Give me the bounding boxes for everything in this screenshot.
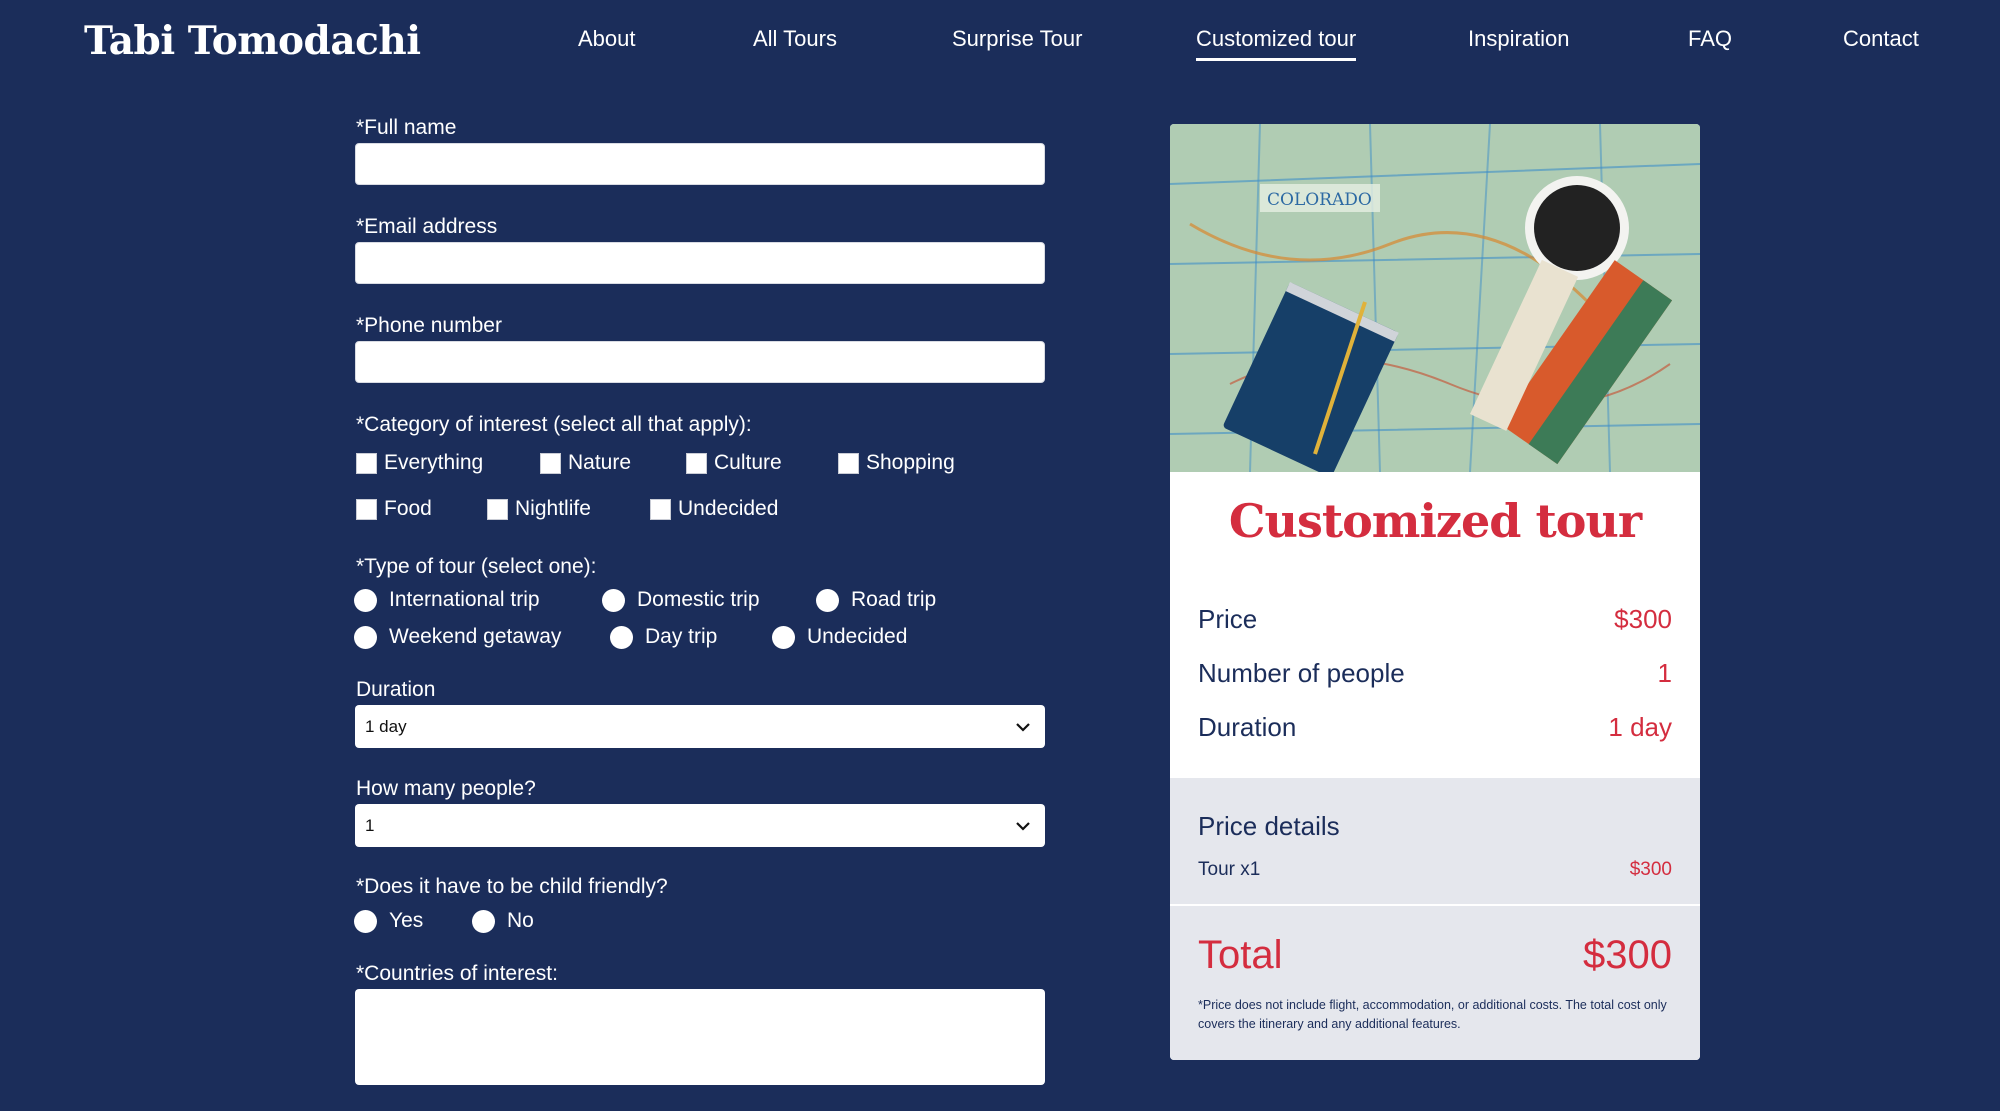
category-undecided-label: Undecided — [678, 497, 779, 520]
phone-label: *Phone number — [356, 314, 502, 337]
category-everything-label: Everything — [384, 451, 484, 474]
category-shopping-option[interactable]: Shopping — [838, 451, 955, 475]
category-everything-option[interactable]: Everything — [356, 451, 483, 475]
radio-button[interactable] — [354, 588, 377, 612]
tour-undecided-label: Undecided — [807, 625, 908, 648]
radio-button[interactable] — [610, 625, 633, 649]
countries-textarea[interactable] — [355, 989, 1045, 1085]
tour-line-label: Tour x1 — [1198, 859, 1261, 880]
checkbox[interactable] — [356, 498, 377, 520]
tour-day-trip-label: Day trip — [645, 625, 718, 648]
total-label: Total — [1198, 933, 1283, 977]
chevron-down-icon — [1016, 723, 1030, 732]
people-select[interactable]: 1 — [355, 804, 1045, 847]
duration-value: 1 day — [365, 717, 407, 736]
radio-button[interactable] — [602, 588, 625, 612]
radio-button[interactable] — [772, 625, 795, 649]
tour-line-item: Tour x1 $300 — [1198, 859, 1672, 881]
nav-about[interactable]: About — [578, 26, 636, 58]
people-count-value: 1 — [1657, 658, 1672, 688]
category-undecided-option[interactable]: Undecided — [650, 497, 778, 521]
price-value: $300 — [1614, 604, 1672, 634]
people-value: 1 — [365, 816, 375, 835]
category-food-label: Food — [384, 497, 432, 520]
nav-customized-tour[interactable]: Customized tour — [1196, 26, 1357, 61]
duration-label: Duration — [356, 678, 436, 701]
tour-road-trip-option[interactable]: Road trip — [816, 588, 936, 612]
tour-international-label: International trip — [389, 588, 540, 611]
email-label: *Email address — [356, 215, 498, 238]
tour-domestic-label: Domestic trip — [637, 588, 760, 611]
duration-row: Duration 1 day — [1198, 712, 1672, 743]
people-label: How many people? — [356, 777, 536, 800]
tour-weekend-label: Weekend getaway — [389, 625, 562, 648]
tour-type-label: *Type of tour (select one): — [356, 555, 597, 578]
radio-button[interactable] — [354, 625, 377, 649]
category-nature-label: Nature — [568, 451, 632, 474]
tour-day-trip-option[interactable]: Day trip — [610, 625, 717, 649]
total-value: $300 — [1583, 933, 1672, 977]
checkbox[interactable] — [356, 452, 377, 474]
category-culture-label: Culture — [714, 451, 782, 474]
category-food-option[interactable]: Food — [356, 497, 432, 521]
travel-map-image: COLORADO — [1170, 124, 1700, 472]
duration-select[interactable]: 1 day — [355, 705, 1045, 748]
people-count-label: Number of people — [1198, 658, 1405, 688]
price-note: *Price does not include flight, accommod… — [1198, 998, 1667, 1031]
nav-contact[interactable]: Contact — [1843, 26, 1919, 58]
price-row: Price $300 — [1198, 604, 1672, 635]
people-row: Number of people 1 — [1198, 658, 1672, 689]
nav-inspiration[interactable]: Inspiration — [1468, 26, 1570, 58]
total-row: Total $300 — [1198, 933, 1672, 978]
tour-international-option[interactable]: International trip — [354, 588, 540, 612]
divider — [1170, 904, 1700, 906]
main-nav: About All Tours Surprise Tour Customized… — [0, 26, 2000, 66]
checkbox[interactable] — [487, 498, 508, 520]
checkbox[interactable] — [686, 452, 707, 474]
checkbox[interactable] — [650, 498, 671, 520]
checkbox[interactable] — [540, 452, 561, 474]
category-label: *Category of interest (select all that a… — [356, 413, 752, 436]
tour-line-value: $300 — [1629, 859, 1672, 880]
price-label: Price — [1198, 604, 1258, 634]
child-yes-option[interactable]: Yes — [354, 909, 423, 933]
duration-summary-label: Duration — [1198, 712, 1297, 742]
nav-surprise-tour[interactable]: Surprise Tour — [952, 26, 1082, 58]
category-nightlife-label: Nightlife — [515, 497, 591, 520]
category-culture-option[interactable]: Culture — [686, 451, 782, 475]
tour-summary-card: COLORADO Customized tour Price $300 Numb… — [1170, 124, 1700, 1060]
nav-all-tours[interactable]: All Tours — [753, 26, 837, 58]
tour-road-trip-label: Road trip — [851, 588, 937, 611]
price-details-panel: Price details Tour x1 $300 Total $300 *P… — [1170, 778, 1700, 1060]
price-details-heading: Price details — [1198, 811, 1340, 841]
tour-domestic-option[interactable]: Domestic trip — [602, 588, 760, 612]
map-label: COLORADO — [1267, 190, 1372, 210]
child-yes-label: Yes — [389, 909, 424, 932]
child-no-label: No — [507, 909, 534, 932]
email-input[interactable] — [355, 242, 1045, 284]
card-title: Customized tour — [1228, 494, 1642, 548]
category-nature-option[interactable]: Nature — [540, 451, 631, 475]
category-nightlife-option[interactable]: Nightlife — [487, 497, 591, 521]
chevron-down-icon — [1016, 822, 1030, 831]
category-shopping-label: Shopping — [866, 451, 955, 474]
radio-button[interactable] — [816, 588, 839, 612]
duration-summary-value: 1 day — [1608, 712, 1672, 742]
tour-weekend-option[interactable]: Weekend getaway — [354, 625, 561, 649]
child-no-option[interactable]: No — [472, 909, 534, 933]
full-name-input[interactable] — [355, 143, 1045, 185]
tour-undecided-option[interactable]: Undecided — [772, 625, 907, 649]
nav-faq[interactable]: FAQ — [1688, 26, 1732, 58]
phone-input[interactable] — [355, 341, 1045, 383]
radio-button[interactable] — [472, 909, 495, 933]
countries-label: *Countries of interest: — [356, 962, 558, 985]
child-friendly-label: *Does it have to be child friendly? — [356, 875, 668, 898]
radio-button[interactable] — [354, 909, 377, 933]
full-name-label: *Full name — [356, 116, 457, 139]
checkbox[interactable] — [838, 452, 859, 474]
